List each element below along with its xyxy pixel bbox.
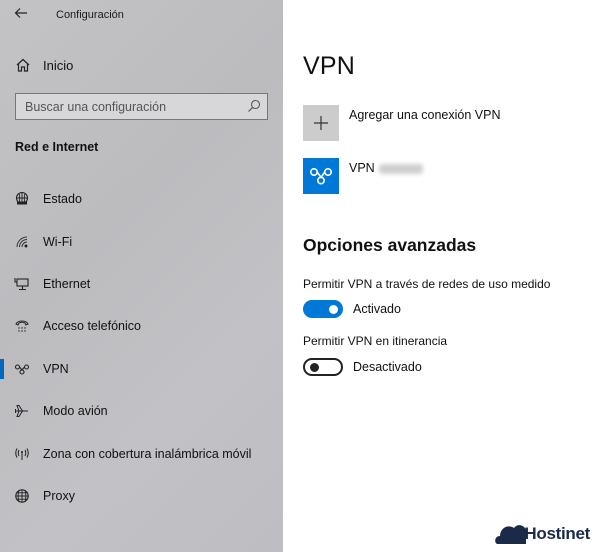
vpn-connection-name: VPN <box>349 161 375 175</box>
metered-option-label: Permitir VPN a través de redes de uso me… <box>303 277 551 291</box>
sidebar: Configuración Inicio Red e Internet Esta… <box>0 0 283 552</box>
sidebar-item-acceso-telefonico[interactable]: Acceso telefónico <box>0 305 283 347</box>
wifi-icon <box>14 234 30 250</box>
add-vpn-connection-button[interactable]: Agregar una conexión VPN <box>303 105 500 141</box>
metered-network-toggle[interactable] <box>303 300 343 318</box>
toggle-knob <box>310 362 319 372</box>
back-button[interactable] <box>14 6 32 24</box>
metered-toggle-row: Activado <box>303 300 401 318</box>
nav-label: VPN <box>43 361 69 376</box>
vpn-icon <box>14 361 30 377</box>
sidebar-nav: Estado Wi-Fi Ethernet Acceso telefónico … <box>0 178 283 517</box>
obscured-connection-name <box>378 164 423 174</box>
metered-toggle-state: Activado <box>353 302 401 316</box>
section-title: Red e Internet <box>15 140 99 154</box>
roaming-toggle-state: Desactivado <box>353 360 422 374</box>
mobile-hotspot-icon <box>14 446 30 462</box>
sidebar-item-modo-avion[interactable]: Modo avión <box>0 390 283 432</box>
hostinet-watermark: Hostinet <box>494 520 590 544</box>
nav-label: Ethernet <box>43 276 91 291</box>
vpn-icon <box>309 167 333 185</box>
roaming-toggle[interactable] <box>303 358 343 376</box>
advanced-options-heading: Opciones avanzadas <box>303 235 477 255</box>
sidebar-item-estado[interactable]: Estado <box>0 178 283 220</box>
title-bar: Configuración <box>0 0 283 32</box>
search-icon[interactable] <box>247 99 261 113</box>
roaming-toggle-row: Desactivado <box>303 358 422 376</box>
sidebar-item-vpn[interactable]: VPN <box>0 348 283 390</box>
home-label: Inicio <box>43 57 74 73</box>
dial-up-phone-icon <box>14 318 30 334</box>
globe-icon <box>14 488 30 504</box>
toggle-knob <box>329 304 338 314</box>
home-icon <box>14 56 32 74</box>
nav-label: Estado <box>43 192 82 207</box>
sidebar-item-home[interactable]: Inicio <box>14 56 73 74</box>
add-tile <box>303 105 339 141</box>
globe-status-icon <box>14 191 30 207</box>
search-box[interactable] <box>15 93 268 120</box>
add-vpn-label: Agregar una conexión VPN <box>349 108 501 122</box>
sidebar-item-proxy[interactable]: Proxy <box>0 475 283 517</box>
watermark-text: Hostinet <box>524 524 590 543</box>
nav-label: Zona con cobertura inalámbrica móvil <box>43 446 252 461</box>
airplane-icon <box>14 403 30 419</box>
sidebar-item-ethernet[interactable]: Ethernet <box>0 263 283 305</box>
nav-label: Acceso telefónico <box>43 319 141 334</box>
sidebar-item-wifi[interactable]: Wi-Fi <box>0 220 283 262</box>
roaming-option-label: Permitir VPN en itinerancia <box>303 334 448 348</box>
page-title: VPN <box>303 52 356 80</box>
main-content: VPN Agregar una conexión VPN VPN Opcione… <box>283 0 600 552</box>
vpn-tile <box>303 158 339 194</box>
nav-label: Wi-Fi <box>43 234 73 249</box>
arrow-left-icon <box>14 8 27 18</box>
nav-label: Modo avión <box>43 404 108 419</box>
vpn-connection-item[interactable]: VPN <box>303 158 423 194</box>
plus-icon <box>314 116 328 130</box>
app-title: Configuración <box>56 9 124 21</box>
sidebar-item-zona-cobertura[interactable]: Zona con cobertura inalámbrica móvil <box>0 432 283 474</box>
ethernet-icon <box>14 276 30 292</box>
search-input[interactable] <box>16 99 236 114</box>
nav-label: Proxy <box>43 488 75 503</box>
